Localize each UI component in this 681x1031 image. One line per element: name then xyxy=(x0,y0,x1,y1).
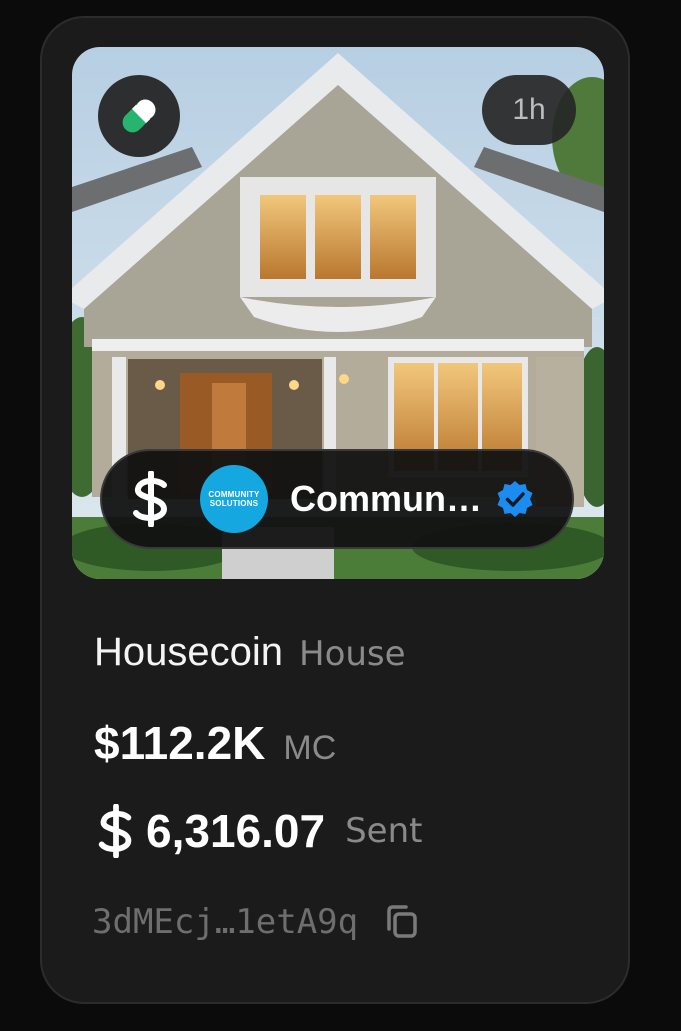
market-cap-label: MC xyxy=(283,729,337,767)
copy-icon[interactable] xyxy=(384,903,420,941)
market-cap-value: $112.2K xyxy=(94,717,266,769)
age-badge: 1h xyxy=(482,75,576,145)
dollar-coin-icon xyxy=(98,804,132,858)
contract-address: 3dMEcj…1etA9q xyxy=(92,902,359,942)
dollar-coin-icon xyxy=(133,471,168,527)
verified-badge-icon xyxy=(497,481,533,517)
market-cap-row: $112.2K MC xyxy=(94,716,336,770)
token-title: Housecoin House xyxy=(94,630,406,675)
address-row: 3dMEcj…1etA9q xyxy=(92,902,420,942)
sent-label: Sent xyxy=(345,811,423,851)
token-card[interactable]: 1h COMMUNITY SOLUTIONS Commun… Housecoin… xyxy=(40,16,630,1004)
token-image[interactable]: 1h COMMUNITY SOLUTIONS Commun… xyxy=(72,47,604,579)
sent-value: 6,316.07 xyxy=(146,805,326,857)
sent-row: 6,316.07 Sent xyxy=(94,804,422,858)
creator-name: Commun… xyxy=(290,478,482,519)
org-logo-line1: COMMUNITY xyxy=(208,490,260,499)
org-logo: COMMUNITY SOLUTIONS xyxy=(200,465,268,533)
token-ticker: House xyxy=(299,634,406,674)
token-name: Housecoin xyxy=(94,630,284,674)
pill-icon xyxy=(122,99,156,133)
pill-badge[interactable] xyxy=(98,75,180,157)
creator-chip[interactable]: COMMUNITY SOLUTIONS Commun… xyxy=(100,449,574,549)
org-logo-line2: SOLUTIONS xyxy=(209,499,259,508)
